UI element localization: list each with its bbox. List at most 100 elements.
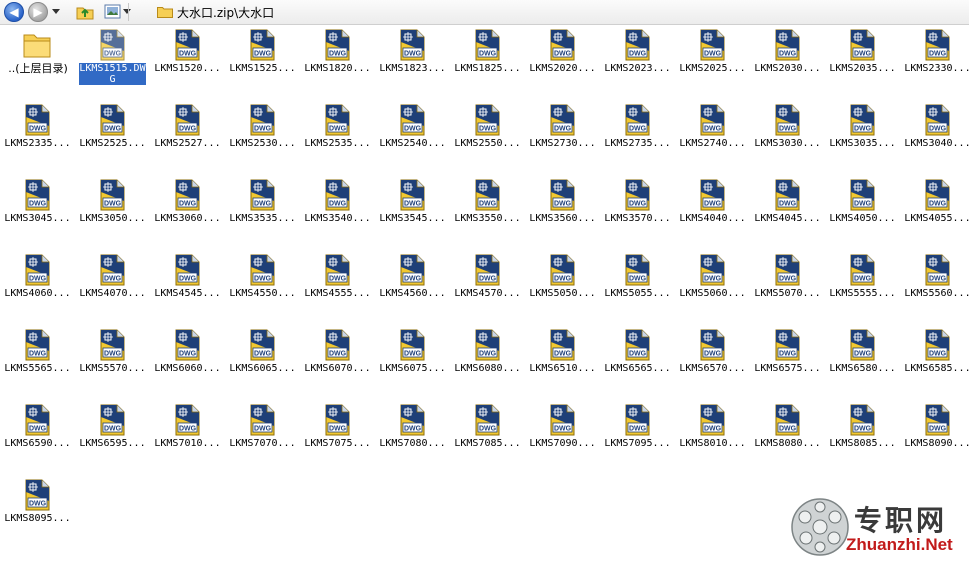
file-item[interactable]: DWG LKMS1823... [375, 26, 450, 101]
file-item[interactable]: DWG LKMS4045... [750, 176, 825, 251]
file-item[interactable]: DWG LKMS4560... [375, 251, 450, 326]
file-item[interactable]: DWG LKMS6585... [900, 326, 969, 401]
file-item[interactable]: DWG LKMS6595... [75, 401, 150, 476]
file-item[interactable]: DWG LKMS2035... [825, 26, 900, 101]
file-label: LKMS3045... [4, 213, 71, 224]
file-item[interactable]: DWG LKMS3550... [450, 176, 525, 251]
file-item[interactable]: DWG LKMS2735... [600, 101, 675, 176]
dwg-file-icon: DWG [925, 404, 950, 436]
file-item[interactable]: DWG LKMS6080... [450, 326, 525, 401]
file-item[interactable]: DWG LKMS6060... [150, 326, 225, 401]
file-item[interactable]: DWG LKMS5570... [75, 326, 150, 401]
dwg-file-icon: DWG [25, 329, 50, 361]
file-item[interactable]: DWG LKMS5050... [525, 251, 600, 326]
file-item[interactable]: DWG LKMS8085... [825, 401, 900, 476]
file-item[interactable]: DWG LKMS7070... [225, 401, 300, 476]
file-item[interactable]: DWG LKMS3545... [375, 176, 450, 251]
file-item[interactable]: DWG LKMS7090... [525, 401, 600, 476]
file-item[interactable]: DWG LKMS2025... [675, 26, 750, 101]
file-item[interactable]: DWG LKMS3050... [75, 176, 150, 251]
file-item[interactable]: DWG LKMS3040... [900, 101, 969, 176]
file-item[interactable]: DWG LKMS3030... [750, 101, 825, 176]
file-item[interactable]: DWG LKMS6075... [375, 326, 450, 401]
file-item[interactable]: DWG LKMS5565... [0, 326, 75, 401]
file-item[interactable]: DWG LKMS8080... [750, 401, 825, 476]
file-item[interactable]: DWG LKMS3060... [150, 176, 225, 251]
file-item[interactable]: DWG LKMS2020... [525, 26, 600, 101]
file-item[interactable]: DWG LKMS4055... [900, 176, 969, 251]
file-label: LKMS5565... [4, 363, 71, 374]
file-item[interactable]: DWG LKMS2527... [150, 101, 225, 176]
file-item[interactable]: DWG LKMS3570... [600, 176, 675, 251]
file-item[interactable]: DWG LKMS5070... [750, 251, 825, 326]
file-item[interactable]: DWG LKMS2335... [0, 101, 75, 176]
file-item[interactable]: DWG LKMS6570... [675, 326, 750, 401]
file-item[interactable]: DWG LKMS1515.DWG [75, 26, 150, 101]
file-item[interactable]: DWG LKMS4040... [675, 176, 750, 251]
file-item[interactable]: DWG LKMS4050... [825, 176, 900, 251]
file-item[interactable]: DWG LKMS4550... [225, 251, 300, 326]
parent-folder-item[interactable]: ..(上层目录) [0, 26, 75, 101]
file-item[interactable]: DWG LKMS2023... [600, 26, 675, 101]
file-item[interactable]: DWG LKMS7075... [300, 401, 375, 476]
dwg-badge-text: DWG [929, 426, 947, 433]
file-item[interactable]: DWG LKMS6510... [525, 326, 600, 401]
file-item[interactable]: DWG LKMS6580... [825, 326, 900, 401]
file-item[interactable]: DWG LKMS2550... [450, 101, 525, 176]
up-folder-icon[interactable] [76, 3, 94, 21]
file-item[interactable]: DWG LKMS3535... [225, 176, 300, 251]
file-item[interactable]: DWG LKMS4060... [0, 251, 75, 326]
forward-button[interactable]: ▶ [28, 2, 48, 22]
views-dropdown-icon[interactable] [123, 9, 131, 14]
back-button[interactable]: ◀ [4, 2, 24, 22]
file-item[interactable]: DWG LKMS4070... [75, 251, 150, 326]
file-item[interactable]: DWG LKMS4545... [150, 251, 225, 326]
file-item[interactable]: DWG LKMS2730... [525, 101, 600, 176]
file-label: LKMS4045... [754, 213, 821, 224]
file-item[interactable]: DWG LKMS1825... [450, 26, 525, 101]
file-item[interactable]: DWG LKMS3035... [825, 101, 900, 176]
file-item[interactable]: DWG LKMS7010... [150, 401, 225, 476]
dwg-badge-text: DWG [179, 51, 197, 58]
dwg-file-icon: DWG [250, 404, 275, 436]
file-item[interactable]: DWG LKMS2030... [750, 26, 825, 101]
file-item[interactable]: DWG LKMS3560... [525, 176, 600, 251]
address-bar[interactable]: 大水口.zip\大水口 [157, 3, 274, 21]
file-item[interactable]: DWG LKMS4555... [300, 251, 375, 326]
file-item[interactable]: DWG LKMS7080... [375, 401, 450, 476]
file-item[interactable]: DWG LKMS6065... [225, 326, 300, 401]
file-item[interactable]: DWG LKMS5560... [900, 251, 969, 326]
file-item[interactable]: DWG LKMS2535... [300, 101, 375, 176]
file-item[interactable]: DWG LKMS6070... [300, 326, 375, 401]
file-label: LKMS2535... [304, 138, 371, 149]
file-item[interactable]: DWG LKMS1820... [300, 26, 375, 101]
file-label: LKMS3570... [604, 213, 671, 224]
file-item[interactable]: DWG LKMS7095... [600, 401, 675, 476]
file-item[interactable]: DWG LKMS1525... [225, 26, 300, 101]
file-item[interactable]: DWG LKMS8010... [675, 401, 750, 476]
file-item[interactable]: DWG LKMS4570... [450, 251, 525, 326]
dwg-file-icon: DWG [925, 254, 950, 286]
file-item[interactable]: DWG LKMS8095... [0, 476, 75, 551]
file-item[interactable]: DWG LKMS2525... [75, 101, 150, 176]
file-item[interactable]: DWG LKMS7085... [450, 401, 525, 476]
file-item[interactable]: DWG LKMS5060... [675, 251, 750, 326]
file-item[interactable]: DWG LKMS3540... [300, 176, 375, 251]
file-item[interactable]: DWG LKMS2740... [675, 101, 750, 176]
history-dropdown-icon[interactable] [52, 9, 60, 14]
file-item[interactable]: DWG LKMS3045... [0, 176, 75, 251]
file-item[interactable]: DWG LKMS6575... [750, 326, 825, 401]
file-item[interactable]: DWG LKMS6590... [0, 401, 75, 476]
file-item[interactable]: DWG LKMS2530... [225, 101, 300, 176]
dwg-badge-text: DWG [929, 276, 947, 283]
file-item[interactable]: DWG LKMS8090... [900, 401, 969, 476]
file-item[interactable]: DWG LKMS2540... [375, 101, 450, 176]
views-icon[interactable] [104, 3, 122, 21]
file-label: LKMS6080... [454, 363, 521, 374]
file-label: LKMS2730... [529, 138, 596, 149]
file-item[interactable]: DWG LKMS6565... [600, 326, 675, 401]
file-item[interactable]: DWG LKMS2330... [900, 26, 969, 101]
file-item[interactable]: DWG LKMS5555... [825, 251, 900, 326]
file-item[interactable]: DWG LKMS5055... [600, 251, 675, 326]
file-item[interactable]: DWG LKMS1520... [150, 26, 225, 101]
